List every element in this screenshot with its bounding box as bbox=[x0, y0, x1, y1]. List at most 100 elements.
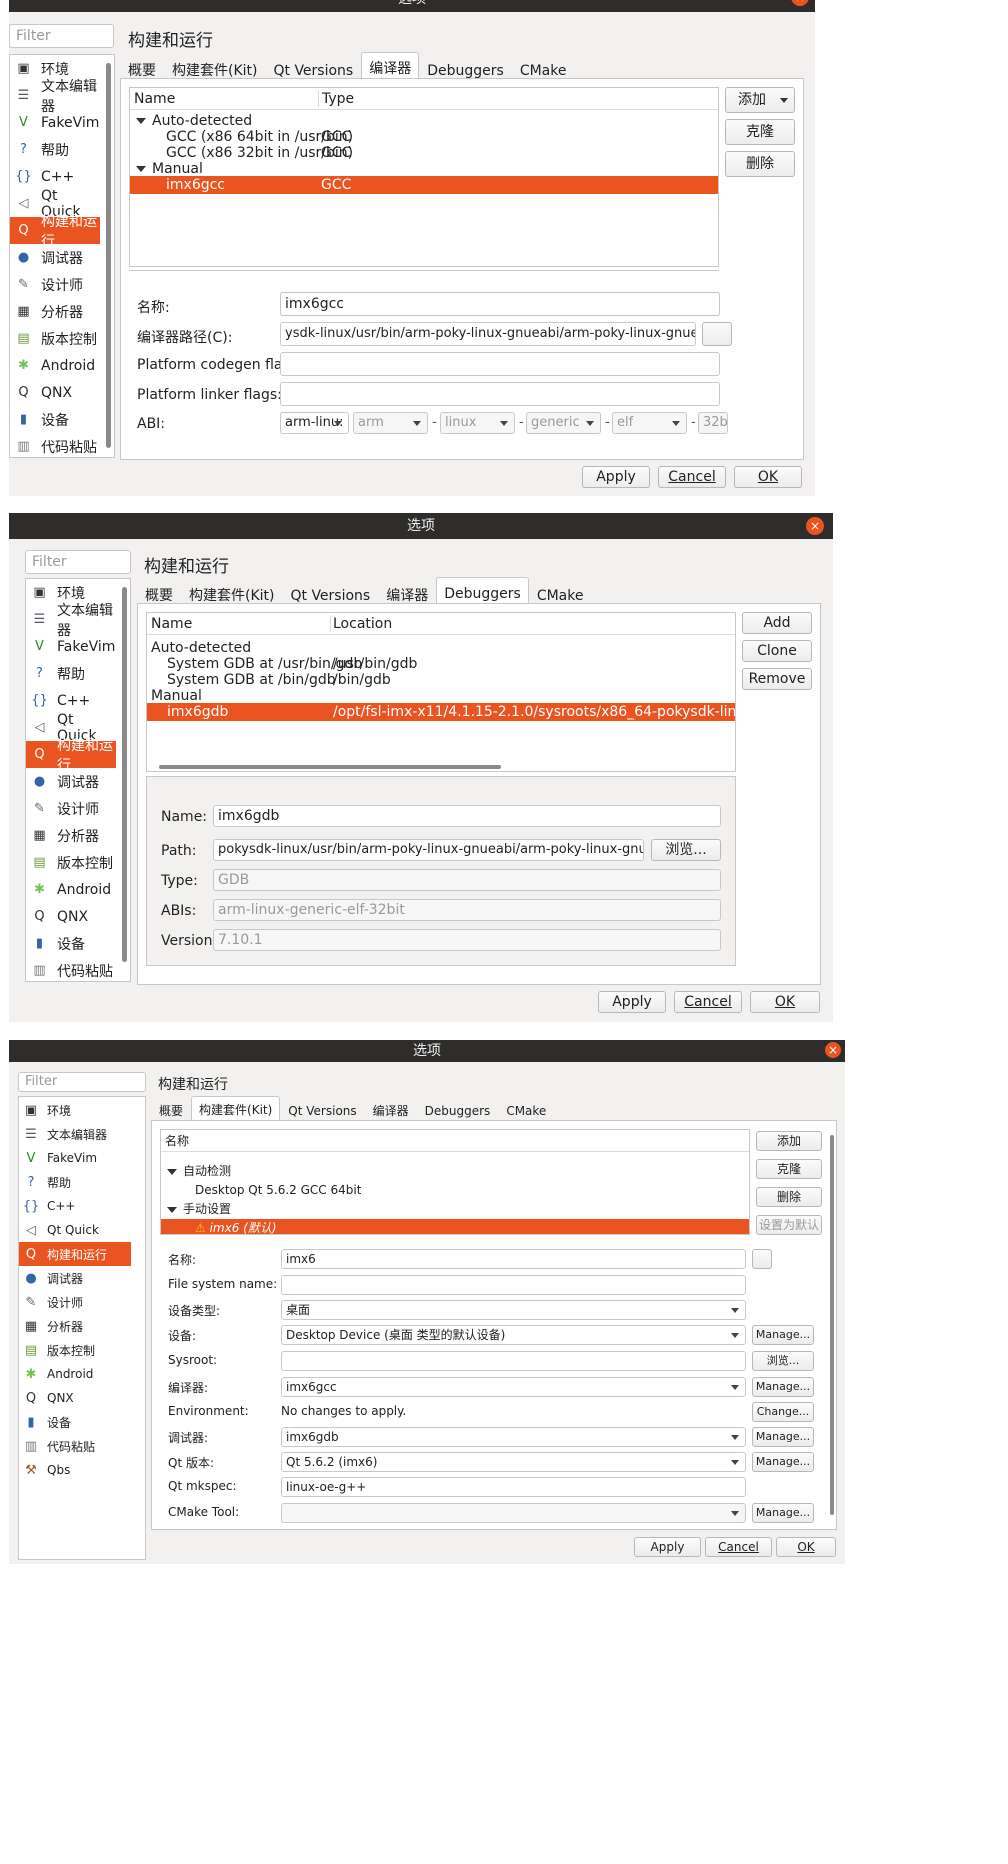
sidebar-item[interactable]: ✎ 设计师 bbox=[10, 271, 100, 298]
column-header-name[interactable]: 名称 bbox=[165, 1130, 189, 1152]
sidebar-item[interactable]: Q QNX bbox=[26, 903, 116, 930]
cancel-button[interactable]: Cancel bbox=[705, 1537, 772, 1557]
qt-version-combo[interactable]: Qt 5.6.2 (imx6) bbox=[281, 1452, 746, 1472]
browse-button[interactable]: 浏览... bbox=[651, 839, 721, 861]
change-button[interactable]: Change... bbox=[752, 1402, 814, 1422]
sidebar-item[interactable]: ● 调试器 bbox=[10, 244, 100, 271]
tree-row-selected[interactable]: imx6gcc GCC bbox=[130, 176, 718, 194]
filter-input[interactable]: Filter bbox=[9, 24, 114, 48]
sidebar-item[interactable]: ✎ 设计师 bbox=[26, 795, 116, 822]
add-button[interactable]: Add bbox=[742, 612, 812, 634]
remove-button[interactable]: 删除 bbox=[756, 1187, 822, 1207]
column-header-name[interactable]: Name bbox=[151, 613, 192, 635]
sidebar-item[interactable]: V FakeVim bbox=[19, 1146, 131, 1170]
tab[interactable]: 编译器 bbox=[365, 1098, 417, 1122]
name-field[interactable]: imx6gdb bbox=[213, 805, 721, 827]
sidebar-item[interactable]: ✱ Android bbox=[10, 352, 100, 379]
tree-group-auto[interactable]: 自动检测 bbox=[161, 1162, 749, 1181]
apply-button[interactable]: Apply bbox=[598, 991, 666, 1013]
tab[interactable]: Debuggers bbox=[417, 1098, 499, 1122]
remove-button[interactable]: 删除 bbox=[725, 151, 795, 177]
sysroot-field[interactable] bbox=[281, 1351, 746, 1371]
add-button[interactable]: 添加 bbox=[756, 1131, 822, 1151]
tab[interactable]: Qt Versions bbox=[280, 1098, 364, 1122]
device-type-combo[interactable]: 桌面 bbox=[281, 1300, 746, 1320]
chevron-down-icon[interactable] bbox=[167, 1168, 177, 1175]
tab[interactable]: 概要 bbox=[151, 1098, 191, 1122]
add-button[interactable]: 添加 bbox=[725, 87, 795, 113]
filter-input[interactable]: Filter bbox=[25, 550, 131, 574]
sidebar-item[interactable]: ⚒ Qbs bbox=[19, 1458, 131, 1482]
sidebar-item[interactable]: {} C++ bbox=[26, 687, 116, 714]
tree-row-selected[interactable]: ⚠ imx6 (默认) bbox=[161, 1219, 749, 1234]
linker-flags-field[interactable] bbox=[280, 382, 720, 406]
sidebar-item[interactable]: {} C++ bbox=[19, 1194, 131, 1218]
cmake-tool-combo[interactable] bbox=[281, 1503, 746, 1523]
sidebar-item[interactable]: ▤ 版本控制 bbox=[10, 325, 100, 352]
sidebar-item[interactable]: ✱ Android bbox=[26, 876, 116, 903]
manage-button[interactable]: Manage... bbox=[752, 1325, 814, 1345]
abi-combo-arch[interactable]: arm bbox=[353, 412, 428, 434]
sidebar-item[interactable]: ▣ 环境 bbox=[19, 1098, 131, 1122]
sidebar-item[interactable]: ? 帮助 bbox=[26, 660, 116, 687]
column-header-type[interactable]: Type bbox=[322, 88, 354, 110]
sidebar-item[interactable]: ▦ 分析器 bbox=[26, 822, 116, 849]
abi-combo-format[interactable]: elf bbox=[612, 412, 687, 434]
abi-combo-0[interactable]: arm-linu: bbox=[280, 412, 349, 434]
tree-row-selected[interactable]: imx6gdb/opt/fsl-imx-x11/4.1.15-2.1.0/sys… bbox=[147, 703, 735, 721]
sidebar-item[interactable]: ▦ 分析器 bbox=[10, 298, 100, 325]
sidebar-item[interactable]: ▮ 设备 bbox=[19, 1410, 131, 1434]
name-field[interactable]: imx6gcc bbox=[280, 292, 720, 316]
sidebar-item[interactable]: Q 构建和运行 bbox=[10, 214, 100, 250]
scrollbar[interactable] bbox=[106, 63, 111, 448]
manage-button[interactable]: Manage... bbox=[752, 1427, 814, 1447]
cancel-button[interactable]: Cancel bbox=[658, 466, 726, 488]
apply-button[interactable]: Apply bbox=[582, 466, 650, 488]
apply-button[interactable]: Apply bbox=[634, 1537, 701, 1557]
close-icon[interactable]: × bbox=[825, 1042, 841, 1058]
device-combo[interactable]: Desktop Device (桌面 类型的默认设备) bbox=[281, 1325, 746, 1345]
scrollbar[interactable] bbox=[122, 587, 127, 962]
sidebar-item[interactable]: V FakeVim bbox=[26, 633, 116, 660]
sidebar-item[interactable]: {} C++ bbox=[10, 163, 100, 190]
chevron-down-icon[interactable] bbox=[136, 166, 146, 172]
scrollbar[interactable] bbox=[830, 1135, 834, 1515]
sidebar-item[interactable]: ▤ 版本控制 bbox=[19, 1338, 131, 1362]
sidebar-item[interactable]: ✱ Android bbox=[19, 1362, 131, 1386]
cancel-button[interactable]: Cancel bbox=[674, 991, 742, 1013]
sidebar-item[interactable]: ☰ 文本编辑器 bbox=[10, 79, 100, 115]
sidebar-item[interactable]: V FakeVim bbox=[10, 109, 100, 136]
compiler-path-field[interactable]: ysdk-linux/usr/bin/arm-poky-linux-gnueab… bbox=[280, 322, 696, 346]
sidebar-item[interactable]: Q QNX bbox=[19, 1386, 131, 1410]
browse-button[interactable]: 浏览... bbox=[752, 1351, 814, 1371]
close-icon[interactable]: × bbox=[806, 517, 824, 535]
path-browse-button[interactable] bbox=[702, 322, 732, 346]
sidebar-item[interactable]: Q 构建和运行 bbox=[26, 738, 116, 774]
kit-icon-button[interactable] bbox=[752, 1249, 772, 1269]
remove-button[interactable]: Remove bbox=[742, 668, 812, 690]
sidebar-item[interactable]: ▥ 代码粘贴 bbox=[26, 957, 116, 984]
set-default-button[interactable]: 设置为默认 bbox=[756, 1215, 822, 1235]
sidebar-item[interactable]: ▥ 代码粘贴 bbox=[19, 1434, 131, 1458]
sidebar-item[interactable]: Q QNX bbox=[10, 379, 100, 406]
sidebar-item[interactable]: ▦ 分析器 bbox=[19, 1314, 131, 1338]
chevron-down-icon[interactable] bbox=[136, 118, 146, 124]
abi-combo-flavor[interactable]: generic bbox=[526, 412, 601, 434]
sidebar-item[interactable]: ◁ Qt Quick bbox=[19, 1218, 131, 1242]
horizontal-scrollbar[interactable] bbox=[159, 765, 501, 769]
debugger-combo[interactable]: imx6gdb bbox=[281, 1427, 746, 1447]
chevron-down-icon[interactable] bbox=[167, 1206, 177, 1213]
sidebar-item[interactable]: ▥ 代码粘贴 bbox=[10, 433, 100, 460]
sidebar-item[interactable]: ● 调试器 bbox=[19, 1266, 131, 1290]
tree-row[interactable]: Desktop Qt 5.6.2 GCC 64bit bbox=[161, 1181, 749, 1200]
abi-combo-width[interactable]: 32b bbox=[698, 412, 728, 434]
sidebar-item[interactable]: ✎ 设计师 bbox=[19, 1290, 131, 1314]
ok-button[interactable]: OK bbox=[776, 1537, 836, 1557]
codegen-flags-field[interactable] bbox=[280, 352, 720, 376]
sidebar-item[interactable]: ▮ 设备 bbox=[26, 930, 116, 957]
file-system-name-field[interactable] bbox=[281, 1275, 746, 1295]
clone-button[interactable]: 克隆 bbox=[756, 1159, 822, 1179]
abi-combo-os[interactable]: linux bbox=[440, 412, 515, 434]
sidebar-item[interactable]: ? 帮助 bbox=[10, 136, 100, 163]
sidebar-item[interactable]: ? 帮助 bbox=[19, 1170, 131, 1194]
